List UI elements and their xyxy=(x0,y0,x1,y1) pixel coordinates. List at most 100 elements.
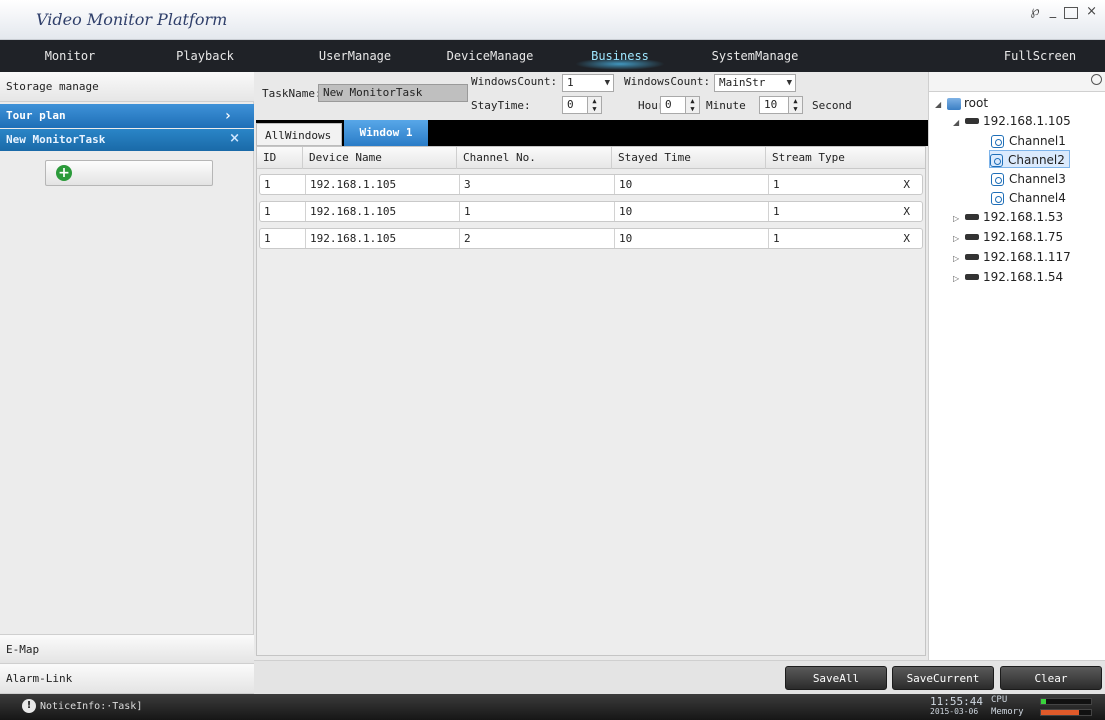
tour-plan-item[interactable]: Tour plan › xyxy=(0,104,254,128)
cell-device-name: 192.168.1.105 xyxy=(306,229,460,248)
cell-stream-type: 1 xyxy=(773,232,780,245)
close-icon[interactable]: × xyxy=(1084,4,1099,19)
plus-icon: + xyxy=(56,165,72,181)
spin-buttons[interactable]: ▲ ▼ xyxy=(788,97,802,113)
spin-buttons[interactable]: ▲ ▼ xyxy=(587,97,601,113)
hour-spinner[interactable]: 0 ▲ ▼ xyxy=(562,96,602,114)
table-row[interactable]: 1 192.168.1.105 1 10 1 X xyxy=(259,201,923,222)
device-label: 192.168.1.54 xyxy=(983,270,1064,284)
add-task-button[interactable]: + xyxy=(45,160,213,186)
menu-business[interactable]: Business xyxy=(555,40,685,72)
second-value: 10 xyxy=(764,98,778,111)
dropdown-arrow-icon: ▼ xyxy=(604,78,610,88)
windowscount-select[interactable]: 1 ▼ xyxy=(562,74,614,92)
device-icon xyxy=(965,274,979,280)
channel-table: ID Device Name Channel No. Stayed Time S… xyxy=(256,146,926,656)
tree-node-device[interactable]: ▷ 192.168.1.75 xyxy=(953,228,1063,246)
clear-button[interactable]: Clear xyxy=(1000,666,1102,690)
camera-channel-icon xyxy=(990,154,1003,167)
settings-icon[interactable]: ℘ xyxy=(1029,4,1042,19)
col-channel-no: Channel No. xyxy=(457,147,612,169)
dropdown-arrow-icon: ▼ xyxy=(786,78,792,88)
stream-value: MainStr xyxy=(719,76,766,89)
menu-fullscreen[interactable]: FullScreen xyxy=(975,40,1105,72)
channel-label: Channel4 xyxy=(1009,191,1066,205)
menu-systemmanage[interactable]: SystemManage xyxy=(690,40,820,72)
menu-monitor[interactable]: Monitor xyxy=(0,40,140,72)
taskname-input[interactable]: New MonitorTask xyxy=(318,84,468,102)
staytime-label: StayTime: xyxy=(471,99,531,112)
storage-manage-item[interactable]: Storage manage xyxy=(0,72,254,102)
expanded-triangle-icon[interactable]: ◢ xyxy=(953,114,963,132)
delete-row-button[interactable]: X xyxy=(903,229,910,248)
emap-item[interactable]: E-Map xyxy=(0,634,254,664)
menu-devicemanage[interactable]: DeviceManage xyxy=(425,40,555,72)
tree-node-device[interactable]: ▷ 192.168.1.117 xyxy=(953,248,1071,266)
col-device-name: Device Name xyxy=(303,147,457,169)
search-icon[interactable] xyxy=(1091,74,1102,85)
save-current-button[interactable]: SaveCurrent xyxy=(892,666,994,690)
cell-id: 1 xyxy=(260,202,306,221)
table-header: ID Device Name Channel No. Stayed Time S… xyxy=(257,147,925,169)
info-icon: ! xyxy=(22,699,36,713)
cell-channel-no: 3 xyxy=(460,175,615,194)
tree-node-channel-selected[interactable]: Channel2 xyxy=(989,150,1070,168)
stream-label: WindowsCount: xyxy=(624,75,711,88)
memory-label: Memory xyxy=(991,707,1024,717)
clock-date: 2015-03-06 xyxy=(930,707,979,716)
cell-channel-no: 1 xyxy=(460,202,615,221)
cell-device-name: 192.168.1.105 xyxy=(306,202,460,221)
tree-search-bar[interactable] xyxy=(929,72,1105,92)
cell-stayed-time: 10 xyxy=(615,229,769,248)
tree-node-channel[interactable]: Channel3 xyxy=(991,170,1066,188)
close-task-icon[interactable]: × xyxy=(229,128,240,150)
tree-node-device[interactable]: ▷ 192.168.1.53 xyxy=(953,208,1063,226)
menu-playback[interactable]: Playback xyxy=(140,40,270,72)
minute-spinner[interactable]: 0 ▲ ▼ xyxy=(660,96,700,114)
minimize-icon[interactable]: _ xyxy=(1048,4,1059,19)
cpu-meter-fill xyxy=(1041,699,1046,704)
cell-device-name: 192.168.1.105 xyxy=(306,175,460,194)
window-controls: ℘ _ × xyxy=(1029,4,1099,19)
device-icon xyxy=(965,234,979,240)
cell-stream-type: 1 xyxy=(773,205,780,218)
device-label: 192.168.1.117 xyxy=(983,250,1071,264)
collapsed-triangle-icon[interactable]: ▷ xyxy=(953,250,963,268)
memory-meter xyxy=(1040,709,1092,716)
spin-buttons[interactable]: ▲ ▼ xyxy=(685,97,699,113)
tree-node-channel[interactable]: Channel4 xyxy=(991,189,1066,207)
alarm-link-item[interactable]: Alarm-Link xyxy=(0,664,254,694)
tree-node-device[interactable]: ◢ 192.168.1.105 xyxy=(953,112,1071,130)
col-stream-type: Stream Type xyxy=(772,151,845,164)
delete-row-button[interactable]: X xyxy=(903,202,910,221)
task-item-new-monitortask[interactable]: New MonitorTask × xyxy=(0,129,254,151)
tree-node-root[interactable]: ◢ root xyxy=(935,94,988,112)
cpu-label: CPU xyxy=(991,695,1008,705)
collapsed-triangle-icon[interactable]: ▷ xyxy=(953,270,963,288)
camera-channel-icon xyxy=(991,135,1004,148)
table-row[interactable]: 1 192.168.1.105 3 10 1 X xyxy=(259,174,923,195)
hour-value: 0 xyxy=(567,98,574,111)
table-row[interactable]: 1 192.168.1.105 2 10 1 X xyxy=(259,228,923,249)
camera-channel-icon xyxy=(991,173,1004,186)
status-bar: ! NoticeInfo:·Task] 11:55:44 2015-03-06 … xyxy=(0,694,1105,720)
chevron-right-icon: › xyxy=(223,108,232,124)
collapsed-triangle-icon[interactable]: ▷ xyxy=(953,210,963,228)
window-tabs: AllWindows Window 1 xyxy=(256,120,928,146)
expanded-triangle-icon[interactable]: ◢ xyxy=(935,96,945,114)
taskname-label: TaskName: xyxy=(262,87,322,100)
device-icon xyxy=(965,254,979,260)
collapsed-triangle-icon[interactable]: ▷ xyxy=(953,230,963,248)
second-spinner[interactable]: 10 ▲ ▼ xyxy=(759,96,803,114)
network-icon xyxy=(947,97,961,110)
tab-window-1[interactable]: Window 1 xyxy=(344,120,428,146)
save-all-button[interactable]: SaveAll xyxy=(785,666,887,690)
tree-node-channel[interactable]: Channel1 xyxy=(991,132,1066,150)
tab-allwindows[interactable]: AllWindows xyxy=(256,123,342,146)
stream-select[interactable]: MainStr ▼ xyxy=(714,74,796,92)
menu-usermanage[interactable]: UserManage xyxy=(290,40,420,72)
delete-row-button[interactable]: X xyxy=(903,175,910,194)
maximize-icon[interactable] xyxy=(1064,7,1079,19)
tree-node-device[interactable]: ▷ 192.168.1.54 xyxy=(953,268,1063,286)
task-form: TaskName: New MonitorTask WindowsCount: … xyxy=(256,72,928,120)
